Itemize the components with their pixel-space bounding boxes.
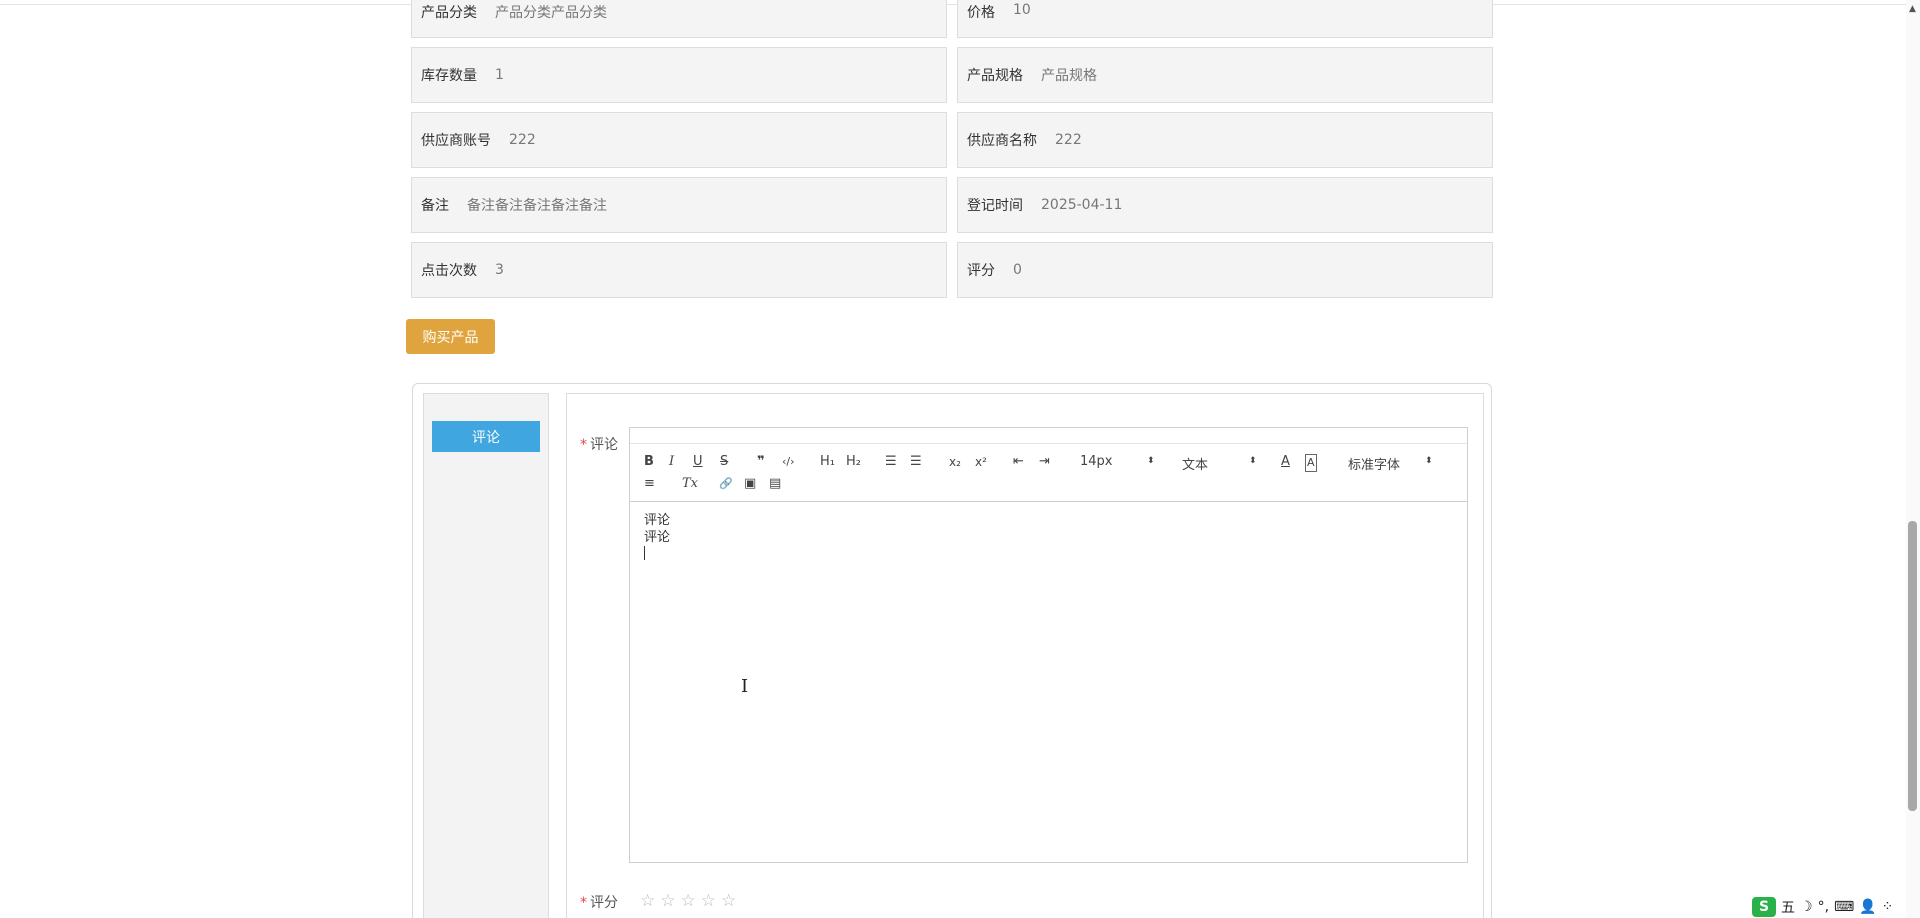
scrollbar-thumb[interactable] <box>1908 521 1917 811</box>
info-cell-price: 价格 10 <box>957 0 1493 38</box>
info-cell-supplier-name: 供应商名称 222 <box>957 112 1493 168</box>
quote-icon[interactable]: ❞ <box>757 454 765 470</box>
bold-icon[interactable]: B <box>644 454 654 470</box>
bullet-list-icon[interactable]: ☰ <box>910 454 922 470</box>
info-row: 备注 备注备注备注备注备注 登记时间 2025-04-11 <box>411 177 1493 233</box>
info-label: 登记时间 <box>967 198 1023 214</box>
image-icon[interactable]: ▣ <box>744 476 756 492</box>
info-label: 供应商名称 <box>967 133 1037 149</box>
star-icon[interactable]: ☆ <box>721 891 741 911</box>
comment-field-label: * 评论 <box>580 434 618 454</box>
indent-icon[interactable]: ⇥ <box>1039 454 1050 470</box>
editor-line: 评论 <box>644 513 671 528</box>
info-label: 价格 <box>967 5 995 21</box>
star-icon[interactable]: ☆ <box>701 891 721 911</box>
comment-sidebar: 评论 <box>423 393 549 918</box>
info-value: 0 <box>1013 262 1022 278</box>
comment-label-text: 评论 <box>590 437 618 453</box>
rich-text-editor[interactable]: B I U S ❞ ‹/› H₁ H₂ ☰ ☰ x₂ x² ⇤ ⇥ 14px ⬍ … <box>629 427 1468 863</box>
ime-logo-icon[interactable]: S <box>1752 897 1776 917</box>
ordered-list-icon[interactable]: ☰ <box>885 454 897 470</box>
italic-icon[interactable]: I <box>669 454 674 470</box>
info-label: 评分 <box>967 263 995 279</box>
editor-top-strip <box>630 428 1467 444</box>
info-label: 产品分类 <box>421 5 477 21</box>
info-cell-remark: 备注 备注备注备注备注备注 <box>411 177 947 233</box>
info-value: 222 <box>509 132 536 148</box>
info-label: 库存数量 <box>421 68 477 84</box>
select-arrows-icon: ⬍ <box>1147 456 1155 466</box>
required-mark: * <box>580 437 587 453</box>
punctuation-icon[interactable]: °, <box>1818 899 1829 915</box>
info-value: 10 <box>1013 2 1031 18</box>
info-cell-date: 登记时间 2025-04-11 <box>957 177 1493 233</box>
info-value: 产品分类产品分类 <box>495 5 607 21</box>
font-size-value: 14px <box>1080 454 1113 469</box>
code-icon[interactable]: ‹/› <box>782 454 795 470</box>
h1-icon[interactable]: H₁ <box>820 454 835 470</box>
info-value: 1 <box>495 67 504 83</box>
keyboard-icon[interactable]: ⌨ <box>1834 899 1854 915</box>
info-cell-stock: 库存数量 1 <box>411 47 947 103</box>
background-color-icon[interactable]: A <box>1305 454 1317 472</box>
buy-product-button[interactable]: 购买产品 <box>406 319 495 354</box>
editor-content[interactable]: 评论 评论 <box>644 512 670 565</box>
scroll-up-arrow-icon[interactable]: ▲ <box>1909 4 1916 14</box>
select-arrows-icon: ⬍ <box>1425 456 1433 466</box>
info-row: 点击次数 3 评分 0 <box>411 242 1493 298</box>
strike-icon[interactable]: S <box>720 454 728 470</box>
info-cell-spec: 产品规格 产品规格 <box>957 47 1493 103</box>
info-value: 2025-04-11 <box>1041 197 1123 213</box>
underline-icon[interactable]: U <box>693 454 703 470</box>
header-value: 文本 <box>1182 458 1209 473</box>
moon-icon[interactable]: ☽ <box>1800 899 1813 915</box>
user-icon[interactable]: 👤 <box>1859 899 1876 915</box>
align-icon[interactable]: ≡ <box>644 476 655 492</box>
info-value: 产品规格 <box>1041 68 1097 84</box>
info-row: 产品分类 产品分类产品分类 价格 10 <box>411 0 1493 38</box>
h2-icon[interactable]: H₂ <box>846 454 861 470</box>
mouse-cursor-icon: I <box>741 676 749 697</box>
outdent-icon[interactable]: ⇤ <box>1013 454 1024 470</box>
info-label: 点击次数 <box>421 263 477 279</box>
info-label: 产品规格 <box>967 68 1023 84</box>
star-icon[interactable]: ☆ <box>681 891 701 911</box>
rating-label-text: 评分 <box>590 895 618 911</box>
info-cell-rating: 评分 0 <box>957 242 1493 298</box>
rating-field-label: * 评分 <box>580 892 618 912</box>
ime-mode[interactable]: 五 <box>1781 897 1795 917</box>
info-value: 3 <box>495 262 504 278</box>
font-color-icon[interactable]: A <box>1281 454 1290 470</box>
product-info-grid: 产品分类 产品分类产品分类 价格 10 库存数量 1 产品规格 产品规格 供应商账号 22… <box>411 0 1493 307</box>
header-select[interactable]: 文本 ⬍ <box>1182 454 1262 473</box>
info-cell-supplier-account: 供应商账号 222 <box>411 112 947 168</box>
info-row: 库存数量 1 产品规格 产品规格 <box>411 47 1493 103</box>
link-icon[interactable]: 🔗 <box>719 476 733 492</box>
tab-comment[interactable]: 评论 <box>432 421 540 452</box>
video-icon[interactable]: ▤ <box>769 476 781 492</box>
superscript-icon[interactable]: x² <box>975 454 987 470</box>
ime-toolbar[interactable]: S 五 ☽ °, ⌨ 👤 ⁘ <box>1752 897 1893 917</box>
info-row: 供应商账号 222 供应商名称 222 <box>411 112 1493 168</box>
editor-toolbar: B I U S ❞ ‹/› H₁ H₂ ☰ ☰ x₂ x² ⇤ ⇥ 14px ⬍ … <box>630 444 1467 502</box>
required-mark: * <box>580 895 587 911</box>
info-cell-clicks: 点击次数 3 <box>411 242 947 298</box>
grid-icon[interactable]: ⁘ <box>1882 899 1894 915</box>
info-label: 供应商账号 <box>421 133 491 149</box>
info-value: 222 <box>1055 132 1082 148</box>
star-icon[interactable]: ☆ <box>660 891 680 911</box>
info-value: 备注备注备注备注备注 <box>467 198 607 214</box>
select-arrows-icon: ⬍ <box>1249 456 1257 466</box>
info-cell-category: 产品分类 产品分类产品分类 <box>411 0 947 38</box>
font-size-select[interactable]: 14px ⬍ <box>1080 454 1160 469</box>
font-family-value: 标准字体 <box>1348 458 1401 473</box>
subscript-icon[interactable]: x₂ <box>949 454 961 470</box>
star-icon[interactable]: ☆ <box>640 891 660 911</box>
clear-format-icon[interactable]: Tx <box>682 476 698 492</box>
info-label: 备注 <box>421 198 449 214</box>
font-family-select[interactable]: 标准字体 ⬍ <box>1348 454 1438 473</box>
rating-stars[interactable]: ☆☆☆☆☆ <box>640 891 741 911</box>
editor-caret <box>644 546 670 565</box>
editor-line: 评论 <box>644 530 671 545</box>
